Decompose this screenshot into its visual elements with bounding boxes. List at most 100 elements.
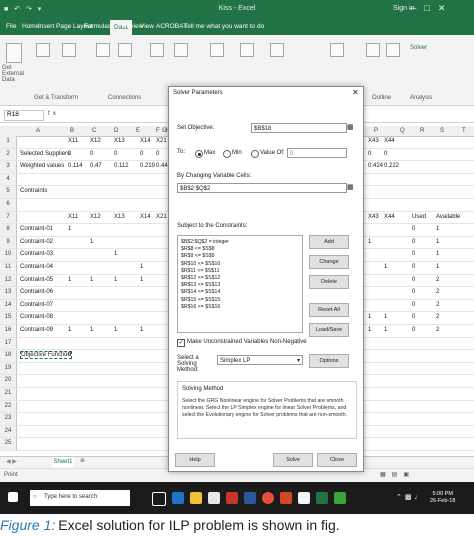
cell-value-right[interactable]: X44 (384, 214, 395, 220)
row-number[interactable]: 16 (0, 325, 17, 337)
cell-value[interactable]: 0.114 (68, 163, 83, 169)
cell-value[interactable]: 1 (68, 277, 71, 283)
get-external-data-icon[interactable] (6, 43, 22, 63)
tab-view[interactable]: View (140, 23, 154, 30)
cell-label[interactable]: Selected Suppliers (20, 151, 70, 157)
non-negative-checkbox[interactable]: ✓ (177, 339, 185, 347)
row-number[interactable]: 23 (0, 413, 17, 425)
cell-value-right[interactable]: 1 (384, 314, 387, 320)
cell-value-right[interactable]: X44 (384, 138, 395, 144)
column-header-e[interactable]: E (136, 128, 140, 134)
constraint-item[interactable]: $R$13 <= $S$13 (181, 282, 220, 288)
cell-value[interactable]: 0 (140, 151, 143, 157)
group-icon[interactable] (366, 43, 380, 57)
constraint-item[interactable]: $R$12 <= $S$12 (181, 275, 220, 281)
cell-value-right[interactable]: 0 (412, 226, 415, 232)
cell-value[interactable]: X14 (140, 214, 151, 220)
cell-value-right[interactable]: 0 (412, 327, 415, 333)
tab-file[interactable]: File (6, 23, 16, 30)
tab-formulas[interactable]: Formulas (84, 23, 111, 30)
fx-icon[interactable]: fx (48, 110, 59, 117)
cell-value[interactable]: X12 (90, 138, 101, 144)
range-picker-icon-2[interactable]: ▦ (347, 183, 354, 191)
cell-value-right[interactable]: 2 (436, 277, 439, 283)
constraint-item[interactable]: $R$8 <= $S$8 (181, 246, 214, 252)
cell-label[interactable]: Contraint-03 (20, 251, 53, 257)
cell-value-right[interactable]: 1 (436, 226, 439, 232)
cell-value-right[interactable]: 1 (384, 327, 387, 333)
cell-label[interactable]: Contraint-02 (20, 239, 53, 245)
cell-value-right[interactable]: 1 (368, 239, 371, 245)
constraint-item[interactable]: $R$9 <= $S$9 (181, 253, 214, 259)
cell-label[interactable]: Contraint-01 (20, 226, 53, 232)
row-number[interactable]: 6 (0, 199, 17, 211)
row-number[interactable]: 19 (0, 362, 17, 375)
cell-label[interactable]: Contraints (20, 188, 47, 194)
cell-value[interactable]: 0.44 (156, 163, 168, 169)
cell-value-right[interactable]: X43 (368, 214, 379, 220)
cell-value[interactable]: 1 (140, 277, 143, 283)
tray-icons[interactable]: ⌃▩♩ (396, 493, 424, 501)
column-header-c[interactable]: C (92, 128, 96, 134)
column-header-p[interactable]: P (374, 128, 378, 134)
constraint-item[interactable]: $R$14 <= $S$14 (181, 289, 220, 295)
windows-start-icon[interactable] (8, 492, 18, 502)
row-number[interactable]: 20 (0, 375, 17, 387)
app-icon-red[interactable] (226, 492, 238, 504)
row-number[interactable]: 22 (0, 400, 17, 413)
row-number[interactable]: 18 (0, 350, 17, 362)
cell-label[interactable]: Weighted values (20, 163, 64, 169)
row-number[interactable]: 4 (0, 173, 17, 186)
close-icon[interactable]: ✕ (352, 88, 359, 97)
consolidate-icon[interactable] (270, 43, 284, 57)
row-number[interactable]: 10 (0, 249, 17, 261)
cell-label[interactable]: Objective Function (20, 351, 72, 360)
row-number[interactable]: 5 (0, 186, 17, 198)
tab-home[interactable]: Home (22, 23, 39, 30)
show-queries-icon[interactable] (62, 43, 76, 57)
view-buttons[interactable]: ▦▤▣ (380, 471, 415, 478)
cell-label[interactable]: Contraint-09 (20, 327, 53, 333)
new-query-icon[interactable] (36, 43, 50, 57)
constraint-item[interactable]: $R$15 <= $S$15 (181, 297, 220, 303)
constraint-item[interactable]: $R$10 <= $S$10 (181, 261, 220, 267)
chrome-icon[interactable] (262, 492, 274, 504)
task-view-icon[interactable] (152, 492, 166, 506)
cell-value-right[interactable]: 0 (412, 264, 415, 270)
column-header-t[interactable]: T (462, 128, 466, 134)
value-of-input[interactable]: 0 (287, 148, 347, 158)
row-number[interactable]: 11 (0, 262, 17, 274)
cell-value-right[interactable]: 0.222 (384, 163, 399, 169)
cell-value[interactable]: 1 (140, 327, 143, 333)
cell-value-right[interactable]: 0 (412, 289, 415, 295)
connections-icon[interactable] (118, 43, 132, 57)
cell-value[interactable]: 0 (68, 352, 71, 358)
store-icon[interactable] (208, 492, 220, 504)
cell-value-right[interactable]: 1 (384, 264, 387, 270)
taskbar-clock[interactable]: 5:00 PM 26-Feb-18 (430, 491, 455, 505)
cell-label[interactable]: Contraint-07 (20, 302, 53, 308)
cell-value-right[interactable]: 1 (436, 264, 439, 270)
cell-value[interactable]: 1 (114, 327, 117, 333)
cell-value[interactable]: 1 (114, 277, 117, 283)
cell-value-right[interactable]: 0 (412, 302, 415, 308)
name-box[interactable]: R18 (4, 110, 44, 121)
column-header-f[interactable]: F (156, 128, 160, 134)
change-button[interactable]: Change (309, 255, 349, 269)
refresh-all-icon[interactable] (96, 43, 110, 57)
solving-method-select[interactable]: Simplex LP ▾ (217, 355, 303, 365)
constraint-item[interactable]: $R$16 <= $S$16 (181, 304, 220, 310)
row-number[interactable]: 2 (0, 148, 17, 161)
edge-icon[interactable] (172, 492, 184, 504)
cell-value[interactable]: X21 (156, 214, 167, 220)
excel-icon[interactable] (316, 492, 328, 504)
cell-value-right[interactable]: 0 (412, 251, 415, 257)
min-radio[interactable] (223, 150, 231, 158)
taskbar-search[interactable]: ○ Type here to search (30, 490, 130, 506)
cell-value[interactable]: 1 (90, 239, 93, 245)
row-number[interactable]: 12 (0, 274, 17, 287)
get-external-data-label[interactable]: Get External Data (2, 65, 30, 83)
cell-value-right[interactable]: X43 (368, 138, 379, 144)
row-number[interactable]: 17 (0, 337, 17, 350)
row-number[interactable]: 3 (0, 161, 17, 173)
